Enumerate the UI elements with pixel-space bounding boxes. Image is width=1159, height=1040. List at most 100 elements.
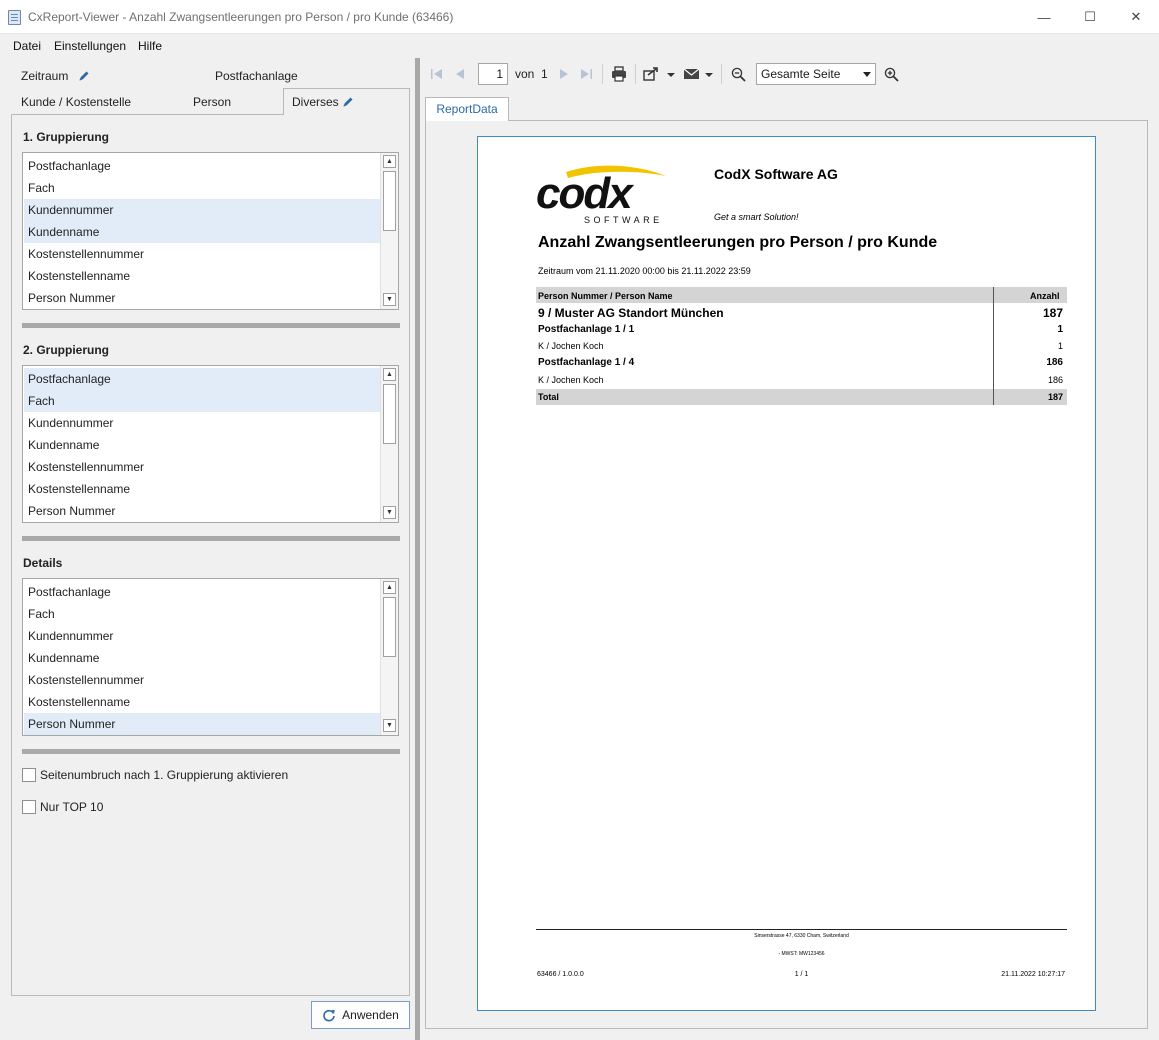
zoom-select-value: Gesamte Seite — [761, 67, 841, 81]
group1-title: 1. Gruppierung — [23, 130, 110, 144]
table-row: Postfachanlage 1 / 4 — [538, 357, 635, 368]
list-item[interactable]: Kostenstellennummer — [24, 456, 380, 478]
tab-zeitraum[interactable]: Zeitraum — [21, 69, 90, 83]
list-item[interactable]: Postfachanlage — [24, 155, 380, 177]
of-label: von — [515, 67, 535, 81]
footer-rule — [536, 929, 1067, 930]
scrollbar[interactable]: ▲ ▼ — [380, 153, 398, 309]
top10-checkbox-row[interactable]: Nur TOP 10 — [22, 799, 103, 815]
zoom-select[interactable]: Gesamte Seite — [756, 63, 876, 85]
tab-diverses[interactable]: Diverses — [283, 88, 410, 115]
list-item[interactable]: Kundennummer — [24, 199, 380, 221]
first-page-icon[interactable] — [429, 64, 445, 84]
next-page-icon[interactable] — [557, 64, 571, 84]
footer-address: Sinserstrasse 47, 6330 Cham, Switzerland — [754, 933, 849, 939]
window-title: CxReport-Viewer - Anzahl Zwangsentleerun… — [28, 10, 454, 24]
top10-label: Nur TOP 10 — [40, 800, 104, 814]
list-item[interactable]: Kostenstellenname — [24, 265, 380, 287]
close-button[interactable]: ✕ — [1113, 0, 1159, 34]
table-total-label: Total — [538, 392, 559, 402]
prev-page-icon[interactable] — [452, 64, 468, 84]
table-cell-count: 186 — [1046, 357, 1063, 368]
minimize-button[interactable]: — — [1021, 0, 1067, 34]
list-item[interactable]: Kostenstellenname — [24, 691, 380, 713]
scroll-up-icon[interactable]: ▲ — [383, 155, 396, 168]
details-listbox[interactable]: Postfachanlage Fach Kundennummer Kundenn… — [22, 578, 399, 736]
splitter-bar[interactable] — [22, 749, 400, 754]
tab-reportdata[interactable]: ReportData — [425, 97, 509, 121]
scroll-down-icon[interactable]: ▼ — [383, 293, 396, 306]
table-column-divider — [993, 287, 994, 405]
table-cell-count: 186 — [1047, 375, 1063, 385]
total-pages: 1 — [541, 67, 548, 81]
tab-postfachanlage[interactable]: Postfachanlage — [215, 69, 298, 83]
list-item[interactable]: Kundennummer — [24, 412, 380, 434]
toolbar-separator — [635, 64, 636, 84]
table-cell-count: 1 — [1057, 341, 1063, 351]
tab-strip-border — [11, 114, 284, 115]
list-item[interactable]: Kostenstellenname — [24, 478, 380, 500]
scroll-thumb[interactable] — [383, 597, 396, 657]
page-number-input[interactable]: 1 — [478, 63, 508, 85]
group2-listbox[interactable]: Postfachanlage Fach Kundennummer Kundenn… — [22, 365, 399, 523]
list-item[interactable]: Postfachanlage — [24, 368, 380, 390]
list-item[interactable]: Kundenname — [24, 221, 380, 243]
scrollbar[interactable]: ▲ ▼ — [380, 579, 398, 735]
list-item[interactable]: Postfachanlage — [24, 581, 380, 603]
apply-label: Anwenden — [342, 1008, 399, 1022]
export-icon[interactable] — [642, 64, 676, 84]
tab-kunde-kostenstelle[interactable]: Kunde / Kostenstelle — [21, 95, 131, 109]
list-item[interactable]: Kundenname — [24, 647, 380, 669]
pagebreak-label: Seitenumbruch nach 1. Gruppierung aktivi… — [40, 768, 289, 782]
menu-hilfe[interactable]: Hilfe — [138, 39, 162, 53]
zoom-out-icon[interactable] — [729, 64, 747, 84]
table-cell-count: 187 — [1042, 306, 1063, 320]
scroll-down-icon[interactable]: ▼ — [383, 719, 396, 732]
list-item[interactable]: Fach — [24, 177, 380, 199]
splitter-bar[interactable] — [22, 323, 400, 328]
pagebreak-checkbox-row[interactable]: Seitenumbruch nach 1. Gruppierung aktivi… — [22, 767, 288, 783]
details-title: Details — [23, 556, 63, 570]
email-icon[interactable] — [682, 64, 716, 84]
scrollbar[interactable]: ▲ ▼ — [380, 366, 398, 522]
report-slogan: Get a smart Solution! — [714, 212, 799, 222]
menu-datei[interactable]: Datei — [13, 39, 41, 53]
table-total-bg — [536, 389, 1067, 405]
list-item[interactable]: Kostenstellennummer — [24, 669, 380, 691]
zoom-in-icon[interactable] — [882, 64, 900, 84]
logo-text: codx — [536, 169, 634, 218]
scroll-up-icon[interactable]: ▲ — [383, 368, 396, 381]
scroll-down-icon[interactable]: ▼ — [383, 506, 396, 519]
group1-listbox[interactable]: Postfachanlage Fach Kundennummer Kundenn… — [22, 152, 399, 310]
menu-einstellungen[interactable]: Einstellungen — [54, 39, 126, 53]
scroll-up-icon[interactable]: ▲ — [383, 581, 396, 594]
tab-person[interactable]: Person — [193, 95, 231, 109]
list-item[interactable]: Kundenname — [24, 434, 380, 456]
title-bar: CxReport-Viewer - Anzahl Zwangsentleerun… — [0, 0, 1159, 34]
table-cell-count: 1 — [1057, 324, 1063, 335]
list-item[interactable]: Fach — [24, 390, 380, 412]
splitter-bar[interactable] — [22, 536, 400, 541]
logo-subtext: SOFTWARE — [584, 215, 663, 225]
list-item[interactable]: Person Nummer — [24, 500, 380, 522]
apply-button[interactable]: Anwenden — [311, 1001, 410, 1029]
list-item[interactable]: Person Nummer — [24, 713, 380, 735]
pencil-icon — [79, 71, 89, 81]
list-item[interactable]: Person Nummer — [24, 287, 380, 309]
scroll-thumb[interactable] — [383, 384, 396, 444]
table-row: 9 / Muster AG Standort München — [538, 306, 724, 320]
list-item[interactable]: Kundennummer — [24, 625, 380, 647]
pencil-icon — [343, 97, 353, 107]
last-page-icon[interactable] — [578, 64, 594, 84]
pagebreak-checkbox[interactable] — [22, 768, 36, 782]
table-total-value: 187 — [1047, 392, 1063, 402]
top10-checkbox[interactable] — [22, 800, 36, 814]
panel-splitter[interactable] — [415, 58, 420, 1040]
scroll-thumb[interactable] — [383, 171, 396, 231]
print-icon[interactable] — [610, 64, 628, 84]
codx-logo-icon: codx SOFTWARE — [536, 165, 666, 225]
footer-date: 21.11.2022 10:27:17 — [1001, 971, 1065, 978]
maximize-button[interactable]: ☐ — [1067, 0, 1113, 34]
list-item[interactable]: Fach — [24, 603, 380, 625]
list-item[interactable]: Kostenstellennummer — [24, 243, 380, 265]
